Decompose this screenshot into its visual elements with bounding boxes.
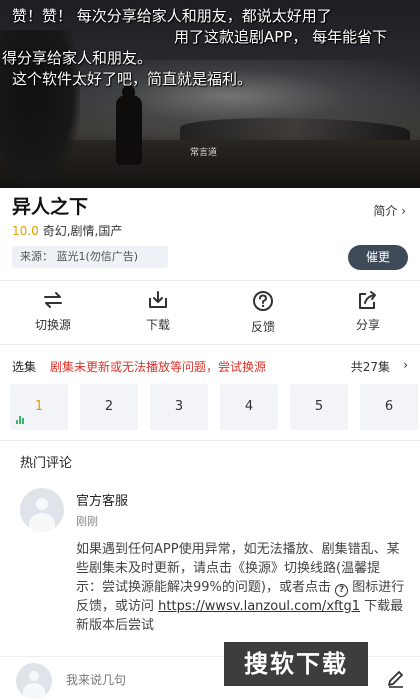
caption-line: 赞！赞！ 每次分享给家人和朋友，都说太好用了 bbox=[12, 7, 332, 25]
action-bar: 切换源 下载 反馈 分享 bbox=[0, 286, 420, 336]
episode-number: 5 bbox=[314, 399, 324, 414]
title-row: 异人之下 简介 › bbox=[12, 192, 412, 218]
comment-link[interactable]: https://wwsv.lanzoul.com/xftg1 bbox=[158, 599, 360, 614]
episode-number: 1 bbox=[34, 399, 44, 414]
episode-number: 4 bbox=[244, 399, 254, 414]
edit-pen-icon[interactable] bbox=[386, 668, 406, 688]
question-circle-icon: ? bbox=[335, 584, 349, 597]
episode-number: 2 bbox=[104, 399, 114, 414]
hot-comments-title: 热门评论 bbox=[20, 456, 73, 471]
genre-tags: 奇幻,剧情,国产 bbox=[42, 224, 123, 238]
episode-item[interactable]: 6 bbox=[360, 384, 418, 430]
divider bbox=[0, 344, 420, 345]
caption-line: 这个软件太好了吧，简直就是福利。 bbox=[12, 70, 253, 88]
episode-item[interactable]: 5 bbox=[290, 384, 348, 430]
comment-author: 官方客服 bbox=[76, 494, 129, 509]
source-selector[interactable]: 来源： 蓝光1(勿信广告) bbox=[12, 246, 168, 268]
switch-source-button[interactable]: 切换源 bbox=[13, 286, 93, 336]
chevron-right-icon[interactable]: › bbox=[403, 358, 408, 372]
rating-row: 10.0 奇幻,剧情,国产 bbox=[12, 222, 122, 239]
episode-item[interactable]: 2 bbox=[80, 384, 138, 430]
video-frame-figure bbox=[116, 85, 142, 165]
urge-button[interactable]: 催更 bbox=[348, 245, 408, 270]
watermark-logo: 搜软下载 bbox=[224, 642, 368, 686]
episode-number: 3 bbox=[174, 399, 184, 414]
episode-warning[interactable]: 剧集未更新或无法播放等问题，尝试换源 bbox=[50, 358, 266, 375]
feedback-question-icon bbox=[253, 291, 273, 311]
episode-total[interactable]: 共27集 bbox=[351, 358, 390, 375]
episode-select-label: 选集 bbox=[12, 360, 37, 374]
share-button[interactable]: 分享 bbox=[328, 286, 408, 336]
download-icon bbox=[149, 291, 167, 308]
episode-number: 6 bbox=[384, 399, 394, 414]
episode-item[interactable]: 3 bbox=[150, 384, 208, 430]
avatar[interactable] bbox=[20, 488, 64, 532]
video-player[interactable]: 赞！赞！ 每次分享给家人和朋友，都说太好用了 用了这款追剧APP， 每年能省下 … bbox=[0, 0, 420, 188]
comment-input[interactable]: 我来说几句 bbox=[66, 671, 126, 688]
episode-item[interactable]: 4 bbox=[220, 384, 278, 430]
rating-score: 10.0 bbox=[12, 224, 39, 238]
divider bbox=[0, 440, 420, 441]
feedback-button[interactable]: 反馈 bbox=[223, 286, 303, 336]
comment-time: 刚刚 bbox=[76, 515, 98, 528]
avatar bbox=[16, 663, 52, 699]
video-subtitle: 常言道 bbox=[190, 148, 218, 158]
video-caption-overlay: 赞！赞！ 每次分享给家人和朋友，都说太好用了 用了这款追剧APP， 每年能省下 … bbox=[2, 6, 420, 90]
episode-header: 选集 剧集未更新或无法播放等问题，尝试换源 共27集 › bbox=[12, 358, 408, 376]
action-label: 切换源 bbox=[34, 318, 71, 332]
intro-link[interactable]: 简介 › bbox=[373, 202, 406, 219]
caption-line: 得分享给家人和朋友。 bbox=[2, 49, 153, 67]
show-title: 异人之下 bbox=[12, 196, 89, 218]
download-button[interactable]: 下载 bbox=[118, 286, 198, 336]
switch-source-icon bbox=[44, 292, 62, 308]
action-label: 反馈 bbox=[250, 320, 275, 334]
action-label: 分享 bbox=[355, 318, 380, 332]
caption-line: 用了这款追剧APP， 每年能省下 bbox=[174, 28, 388, 46]
playing-indicator-icon bbox=[16, 416, 26, 424]
episode-item[interactable]: 1 bbox=[10, 384, 68, 430]
action-label: 下载 bbox=[145, 318, 170, 332]
divider bbox=[0, 280, 420, 281]
share-icon bbox=[359, 291, 376, 309]
episode-list: 1 2 3 4 5 6 bbox=[0, 384, 420, 430]
comment-body: 如果遇到任何APP使用异常，如无法播放、剧集错乱、某些剧集未及时更新，请点击《换… bbox=[76, 540, 406, 635]
